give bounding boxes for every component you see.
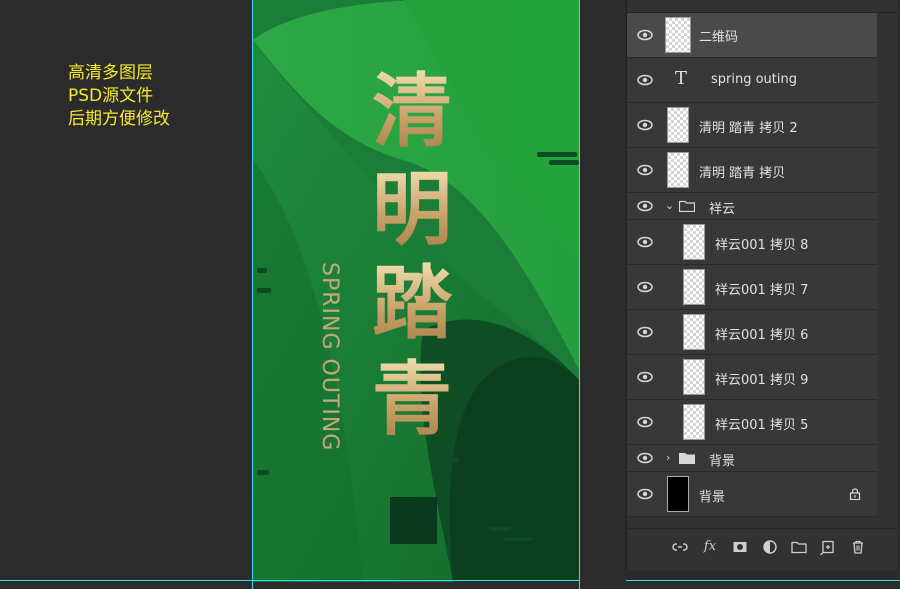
eye-icon[interactable] [637, 29, 653, 41]
eye-icon[interactable] [637, 416, 653, 428]
eye-icon[interactable] [637, 119, 653, 131]
lock-icon[interactable] [849, 488, 861, 501]
eye-icon[interactable] [637, 74, 653, 86]
layers-panel-footer: fx [627, 528, 897, 563]
eye-icon[interactable] [637, 488, 653, 500]
layer-name[interactable]: 背景 [699, 486, 725, 505]
note-line: 后期方便修改 [68, 109, 170, 129]
layer-name[interactable]: 祥云001 拷贝 8 [715, 234, 808, 253]
workspace-note: 高清多图层 PSD源文件 后期方便修改 [68, 62, 170, 131]
layer-row[interactable]: 祥云001 拷贝 6 [627, 310, 877, 355]
qr-code-placeholder [390, 497, 437, 544]
text-layer-icon: T [675, 68, 688, 89]
panel-toolbar [627, 0, 897, 13]
layer-name[interactable]: 祥云001 拷贝 9 [715, 369, 808, 388]
layer-thumbnail [667, 107, 689, 143]
eye-icon[interactable] [637, 164, 653, 176]
layer-thumbnail [667, 476, 689, 512]
layer-thumbnail [665, 17, 691, 53]
new-layer-icon[interactable] [820, 539, 836, 556]
chevron-right-icon[interactable]: › [666, 451, 670, 464]
note-line: PSD源文件 [68, 86, 154, 106]
folder-icon [679, 452, 695, 464]
layer-row[interactable]: 清明 踏青 拷贝 [627, 148, 877, 193]
layer-name[interactable]: 清明 踏青 拷贝 [699, 162, 785, 181]
eye-icon[interactable] [637, 281, 653, 293]
title-char: 踏 [369, 262, 455, 346]
layer-row[interactable]: 清明 踏青 拷贝 2 [627, 103, 877, 148]
layer-row[interactable]: 背景 [627, 472, 877, 517]
layer-row[interactable]: T spring outing [627, 58, 877, 103]
layer-name[interactable]: 祥云001 拷贝 6 [715, 324, 808, 343]
layer-row[interactable]: 祥云001 拷贝 5 [627, 400, 877, 445]
eye-icon[interactable] [637, 236, 653, 248]
layer-name[interactable]: 清明 踏青 拷贝 2 [699, 117, 798, 136]
layer-name[interactable]: 祥云 [709, 198, 735, 217]
layer-thumbnail [683, 224, 705, 260]
fx-icon[interactable]: fx [702, 539, 718, 555]
add-mask-icon[interactable] [732, 539, 748, 555]
eye-icon[interactable] [637, 452, 653, 464]
layer-group-row[interactable]: ⌄ 祥云 [627, 193, 877, 220]
layer-thumbnail [667, 152, 689, 188]
layer-row[interactable]: 二维码 [627, 13, 877, 58]
new-group-icon[interactable] [791, 539, 807, 555]
layer-name[interactable]: 祥云001 拷贝 5 [715, 414, 808, 433]
layer-thumbnail [683, 359, 705, 395]
folder-icon [678, 200, 696, 213]
layer-name[interactable]: 背景 [709, 450, 735, 469]
layer-name[interactable]: 祥云001 拷贝 7 [715, 279, 808, 298]
note-line: 高清多图层 [68, 63, 153, 83]
adjustment-layer-icon[interactable] [762, 539, 778, 555]
chevron-down-icon[interactable]: ⌄ [665, 199, 674, 212]
eye-icon[interactable] [637, 326, 653, 338]
guide-vertical[interactable] [252, 0, 253, 589]
layer-thumbnail [683, 314, 705, 350]
layer-name[interactable]: spring outing [711, 72, 797, 87]
eye-icon[interactable] [637, 200, 653, 212]
vertical-subtitle: SPRING OUTING [317, 262, 342, 452]
layer-group-row[interactable]: › 背景 [627, 445, 877, 472]
delete-layer-icon[interactable] [850, 539, 866, 555]
layer-thumbnail [683, 269, 705, 305]
link-layers-icon[interactable] [672, 539, 688, 555]
layers-panel: 二维码 T spring outing 清明 踏青 拷贝 2 清明 踏青 拷贝 … [626, 0, 897, 570]
layer-name[interactable]: 二维码 [699, 26, 738, 45]
title-char: 清 [369, 70, 455, 154]
document-canvas[interactable]: 清 明 踏 青 SPRING OUTING [253, 0, 579, 582]
layer-row[interactable]: 祥云001 拷贝 9 [627, 355, 877, 400]
workspace-strip [580, 0, 626, 589]
layer-row[interactable]: 祥云001 拷贝 8 [627, 220, 877, 265]
title-char: 青 [369, 358, 455, 442]
eye-icon[interactable] [637, 371, 653, 383]
title-char: 明 [369, 168, 455, 252]
layer-thumbnail [683, 404, 705, 440]
guide-horizontal[interactable] [0, 580, 900, 581]
layer-row[interactable]: 祥云001 拷贝 7 [627, 265, 877, 310]
